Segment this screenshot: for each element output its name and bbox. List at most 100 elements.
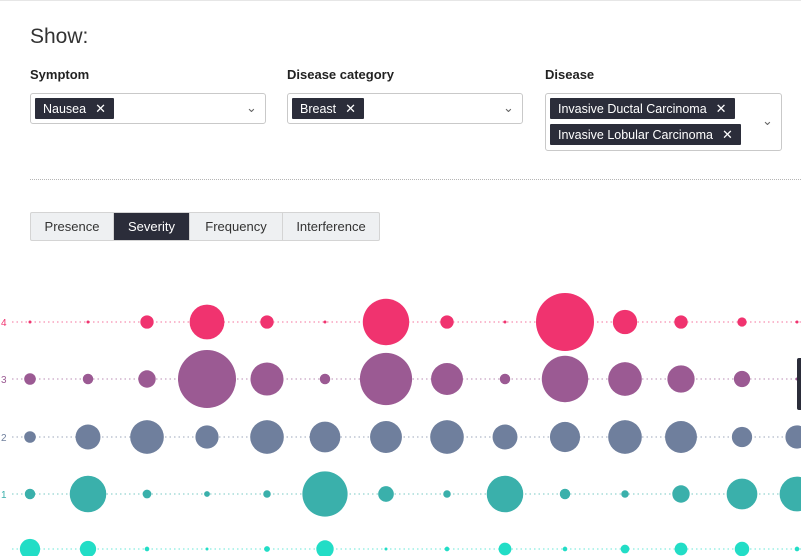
- symptom-label: Symptom: [30, 67, 90, 82]
- category-chip[interactable]: Breast ✕: [292, 98, 365, 119]
- bubble-level-1-col-9[interactable]: [486, 475, 524, 513]
- bubble-level-0-col-14[interactable]: [794, 546, 800, 552]
- bubble-level-2-col-4[interactable]: [195, 425, 219, 449]
- chevron-down-icon[interactable]: ⌄: [503, 100, 514, 116]
- tab-presence[interactable]: Presence: [31, 213, 114, 240]
- bubble-level-4-col-11[interactable]: [612, 309, 638, 335]
- bubble-level-4-col-13[interactable]: [737, 317, 747, 327]
- bubble-level-0-col-11[interactable]: [620, 544, 630, 554]
- severity-bubble-chart: 4 3 2 1: [1, 293, 801, 556]
- chevron-down-icon[interactable]: ⌄: [246, 100, 257, 116]
- bubble-level-1-col-14[interactable]: [779, 476, 801, 512]
- bubble-level-4-col-3[interactable]: [140, 315, 154, 329]
- bubble-level-1-col-6[interactable]: [302, 471, 348, 517]
- bubble-level-2-col-7[interactable]: [370, 421, 402, 453]
- tab-severity[interactable]: Severity: [114, 213, 190, 240]
- bubble-level-0-col-7[interactable]: [384, 547, 388, 551]
- bubble-level-2-col-3[interactable]: [130, 420, 164, 454]
- bubble-level-1-col-10[interactable]: [559, 488, 571, 500]
- bubble-level-3-col-1[interactable]: [24, 373, 36, 385]
- bubble-level-1-col-1[interactable]: [24, 488, 36, 500]
- bubble-level-2-col-12[interactable]: [665, 421, 697, 453]
- section-divider: [30, 179, 801, 180]
- side-panel-handle[interactable]: [797, 358, 801, 410]
- bubble-level-3-col-6[interactable]: [319, 373, 331, 385]
- bubble-level-0-col-12[interactable]: [674, 542, 688, 556]
- tab-interference[interactable]: Interference: [283, 213, 379, 240]
- bubble-level-3-col-13[interactable]: [733, 370, 751, 388]
- bubble-level-3-col-3[interactable]: [138, 370, 156, 388]
- bubble-level-2-col-11[interactable]: [608, 420, 642, 454]
- bubble-level-4-col-5[interactable]: [260, 315, 274, 329]
- bubble-level-3-col-10[interactable]: [541, 355, 589, 403]
- symptom-select[interactable]: Nausea ✕ ⌄: [30, 93, 266, 124]
- y-tick-label: 3: [1, 375, 7, 386]
- chevron-down-icon[interactable]: ⌄: [762, 113, 773, 129]
- bubble-level-2-col-14[interactable]: [785, 425, 801, 449]
- bubble-level-4-col-12[interactable]: [674, 315, 688, 329]
- bubble-level-3-col-12[interactable]: [667, 365, 695, 393]
- bubble-level-1-col-5[interactable]: [263, 490, 271, 498]
- bubble-level-1-col-7[interactable]: [378, 486, 394, 502]
- y-tick-label: 1: [1, 490, 7, 501]
- bubble-level-4-col-9[interactable]: [503, 320, 507, 324]
- close-icon[interactable]: ✕: [716, 102, 727, 115]
- bubble-level-2-col-2[interactable]: [75, 424, 101, 450]
- bubble-level-3-col-4[interactable]: [178, 350, 236, 408]
- close-icon[interactable]: ✕: [95, 102, 106, 115]
- bubble-level-0-col-5[interactable]: [264, 546, 270, 552]
- disease-chip-ductal[interactable]: Invasive Ductal Carcinoma ✕: [550, 98, 735, 119]
- chip-label: Breast: [300, 101, 337, 116]
- bubble-level-3-col-2[interactable]: [82, 373, 94, 385]
- bubble-level-4-col-14[interactable]: [795, 320, 799, 324]
- bubble-level-0-col-1[interactable]: [19, 538, 41, 556]
- chip-label: Nausea: [43, 101, 87, 116]
- disease-label: Disease: [545, 67, 595, 82]
- bubble-level-3-col-7[interactable]: [359, 352, 413, 406]
- bubble-level-0-col-8[interactable]: [444, 546, 450, 552]
- bubble-level-1-col-11[interactable]: [621, 490, 629, 498]
- disease-category-select[interactable]: Breast ✕ ⌄: [287, 93, 523, 124]
- disease-category-label: Disease category: [287, 67, 394, 82]
- bubble-level-2-col-8[interactable]: [430, 420, 464, 454]
- close-icon[interactable]: ✕: [722, 128, 733, 141]
- bubble-level-4-col-2[interactable]: [86, 320, 90, 324]
- bubble-level-2-col-13[interactable]: [731, 426, 753, 448]
- symptom-chip[interactable]: Nausea ✕: [35, 98, 114, 119]
- bubble-level-3-col-9[interactable]: [499, 373, 511, 385]
- bubble-level-1-col-4[interactable]: [204, 491, 210, 497]
- bubble-level-3-col-5[interactable]: [250, 362, 284, 396]
- bubble-level-4-col-8[interactable]: [440, 315, 454, 329]
- bubble-level-3-col-11[interactable]: [608, 362, 642, 396]
- bubble-level-4-col-10[interactable]: [536, 293, 594, 351]
- bubble-level-4-col-4[interactable]: [189, 304, 225, 340]
- bubble-level-2-col-6[interactable]: [309, 421, 341, 453]
- bubble-level-0-col-9[interactable]: [498, 542, 512, 556]
- close-icon[interactable]: ✕: [345, 102, 356, 115]
- bubble-level-1-col-12[interactable]: [672, 485, 690, 503]
- bubble-level-3-col-8[interactable]: [431, 363, 463, 395]
- tab-frequency[interactable]: Frequency: [190, 213, 283, 240]
- bubble-level-0-col-4[interactable]: [205, 547, 209, 551]
- top-divider: [0, 0, 801, 1]
- disease-chip-lobular[interactable]: Invasive Lobular Carcinoma ✕: [550, 124, 741, 145]
- bubble-level-0-col-3[interactable]: [144, 546, 150, 552]
- bubble-level-2-col-10[interactable]: [549, 421, 581, 453]
- bubble-level-4-col-6[interactable]: [323, 320, 327, 324]
- bubble-level-1-col-13[interactable]: [726, 478, 758, 510]
- disease-select[interactable]: Invasive Ductal Carcinoma ✕ Invasive Lob…: [545, 93, 782, 151]
- bubble-level-1-col-3[interactable]: [142, 489, 152, 499]
- chip-label: Invasive Ductal Carcinoma: [558, 101, 707, 116]
- bubble-level-1-col-8[interactable]: [443, 490, 451, 498]
- bubble-level-0-col-10[interactable]: [562, 546, 568, 552]
- chip-label: Invasive Lobular Carcinoma: [558, 127, 713, 142]
- bubble-level-0-col-13[interactable]: [734, 541, 750, 556]
- bubble-level-0-col-2[interactable]: [79, 540, 97, 556]
- bubble-level-4-col-7[interactable]: [362, 298, 410, 346]
- bubble-level-0-col-6[interactable]: [316, 540, 334, 556]
- bubble-level-1-col-2[interactable]: [69, 475, 107, 513]
- bubble-level-2-col-5[interactable]: [250, 420, 284, 454]
- bubble-level-2-col-9[interactable]: [492, 424, 518, 450]
- bubble-level-2-col-1[interactable]: [24, 431, 36, 443]
- bubble-level-4-col-1[interactable]: [28, 320, 32, 324]
